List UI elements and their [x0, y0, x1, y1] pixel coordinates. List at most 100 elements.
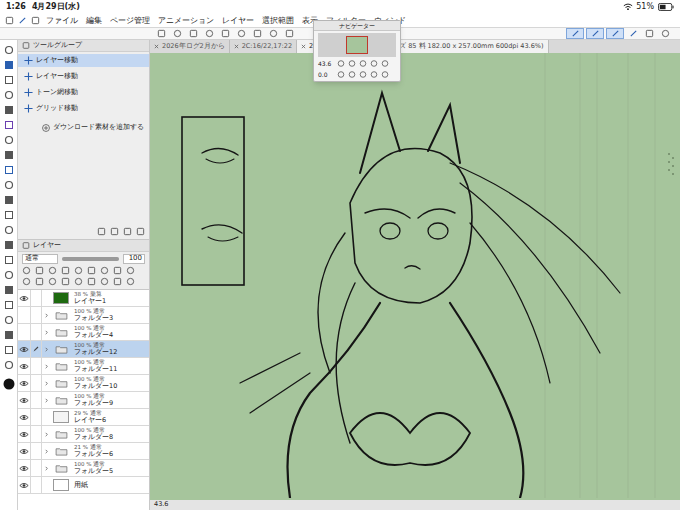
- visibility-toggle[interactable]: [18, 409, 31, 425]
- tool-item[interactable]: レイヤー移動: [18, 70, 149, 83]
- tool-item[interactable]: レイヤー移動: [18, 54, 149, 67]
- menu-item[interactable]: ページ管理: [110, 15, 150, 26]
- rotate-button-icon[interactable]: [359, 71, 367, 79]
- zoom-button-icon[interactable]: [370, 60, 378, 68]
- layer-row[interactable]: 100 %通常フォルダー9: [18, 392, 149, 409]
- command-icon[interactable]: [220, 29, 230, 39]
- visibility-toggle[interactable]: [18, 426, 31, 442]
- expand-toggle[interactable]: [42, 460, 51, 476]
- line-tool-icon[interactable]: [586, 28, 604, 39]
- tool-icon[interactable]: [3, 224, 14, 235]
- expand-toggle[interactable]: [42, 477, 51, 493]
- visibility-toggle[interactable]: [18, 460, 31, 476]
- document-tab[interactable]: 2C:16/22,17:22: [230, 40, 297, 53]
- visibility-toggle[interactable]: [18, 307, 31, 323]
- command-icon[interactable]: [204, 29, 214, 39]
- layer-tool-icon[interactable]: [113, 266, 122, 275]
- action-icon[interactable]: [97, 227, 106, 236]
- layer-tool-icon[interactable]: [48, 277, 57, 286]
- eraser-icon[interactable]: [642, 28, 656, 39]
- layer-tool-icon[interactable]: [126, 277, 135, 286]
- tool-icon[interactable]: [3, 359, 14, 370]
- expand-toggle[interactable]: [42, 341, 51, 357]
- opacity-field[interactable]: 100: [123, 254, 145, 264]
- rotate-button-icon[interactable]: [381, 71, 389, 79]
- layer-tool-icon[interactable]: [126, 266, 135, 275]
- visibility-toggle[interactable]: [18, 358, 31, 374]
- tool-icon[interactable]: [3, 194, 14, 205]
- layer-tool-icon[interactable]: [100, 277, 109, 286]
- layer-tool-icon[interactable]: [22, 266, 31, 275]
- menu-item[interactable]: 編集: [86, 15, 102, 26]
- tool-icon[interactable]: [3, 284, 14, 295]
- tool-icon[interactable]: [3, 254, 14, 265]
- menu-item[interactable]: 選択範囲: [262, 15, 294, 26]
- layer-row[interactable]: 100 %通常フォルダー12: [18, 341, 149, 358]
- close-icon[interactable]: [301, 44, 306, 49]
- zoom-button-icon[interactable]: [359, 60, 367, 68]
- tool-icon[interactable]: [3, 239, 14, 250]
- tool-icon[interactable]: [3, 344, 14, 355]
- command-icon[interactable]: [268, 29, 278, 39]
- layer-row[interactable]: 38 %乗算レイヤー1: [18, 290, 149, 307]
- layer-tool-icon[interactable]: [48, 266, 57, 275]
- layer-tool-icon[interactable]: [100, 266, 109, 275]
- command-icon[interactable]: [156, 29, 166, 39]
- rotate-button-icon[interactable]: [348, 71, 356, 79]
- layer-row[interactable]: 用紙: [18, 477, 149, 494]
- rotate-button-icon[interactable]: [370, 71, 378, 79]
- zoom-button-icon[interactable]: [381, 60, 389, 68]
- expand-toggle[interactable]: [42, 375, 51, 391]
- visibility-toggle[interactable]: [18, 290, 31, 306]
- layer-row[interactable]: 100 %通常フォルダー3: [18, 307, 149, 324]
- layer-tool-icon[interactable]: [61, 266, 70, 275]
- visibility-toggle[interactable]: [18, 392, 31, 408]
- tool-icon[interactable]: [3, 119, 14, 130]
- command-icon[interactable]: [236, 29, 246, 39]
- opacity-slider[interactable]: [62, 257, 119, 261]
- rotate-button-icon[interactable]: [337, 71, 345, 79]
- line-tool-icon[interactable]: [566, 28, 584, 39]
- blend-mode-select[interactable]: 通常: [22, 254, 58, 264]
- layer-tool-icon[interactable]: [74, 277, 83, 286]
- navigator-window[interactable]: ナビゲーター43.60.0: [313, 20, 401, 82]
- brush-icon[interactable]: [626, 28, 640, 39]
- canvas[interactable]: [150, 53, 680, 500]
- main-color-icon[interactable]: [3, 378, 15, 390]
- layer-row[interactable]: 21 %通常フォルダー6: [18, 443, 149, 460]
- layer-tool-icon[interactable]: [113, 277, 122, 286]
- expand-toggle[interactable]: [42, 307, 51, 323]
- document-tab[interactable]: 2026年ログ2月から: [150, 40, 230, 53]
- layer-tool-icon[interactable]: [87, 277, 96, 286]
- layer-row[interactable]: 29 %通常レイヤー6: [18, 409, 149, 426]
- tool-icon[interactable]: [3, 314, 14, 325]
- layer-tool-icon[interactable]: [35, 266, 44, 275]
- line-tool-icon[interactable]: [606, 28, 624, 39]
- zoom-button-icon[interactable]: [337, 60, 345, 68]
- navigator-preview[interactable]: [318, 33, 396, 57]
- tool-icon[interactable]: [3, 269, 14, 280]
- tool-icon[interactable]: [3, 179, 14, 190]
- layer-tool-icon[interactable]: [61, 277, 70, 286]
- add-material-button[interactable]: ダウンロード素材を追加する: [18, 115, 149, 133]
- tool-icon[interactable]: [3, 329, 14, 340]
- expand-toggle[interactable]: [42, 426, 51, 442]
- layer-row[interactable]: 100 %通常フォルダー5: [18, 460, 149, 477]
- layer-tool-icon[interactable]: [74, 266, 83, 275]
- expand-toggle[interactable]: [42, 290, 51, 306]
- close-icon[interactable]: [154, 44, 159, 49]
- layer-row[interactable]: 100 %通常フォルダー11: [18, 358, 149, 375]
- tool-icon[interactable]: [3, 44, 14, 55]
- expand-toggle[interactable]: [42, 324, 51, 340]
- expand-toggle[interactable]: [42, 443, 51, 459]
- expand-toggle[interactable]: [42, 358, 51, 374]
- layer-row[interactable]: 100 %通常フォルダー8: [18, 426, 149, 443]
- zoom-button-icon[interactable]: [348, 60, 356, 68]
- visibility-toggle[interactable]: [18, 324, 31, 340]
- tool-icon[interactable]: [3, 134, 14, 145]
- grid-icon[interactable]: [30, 16, 40, 26]
- pen-icon[interactable]: [17, 16, 27, 26]
- tool-item[interactable]: トーン網移動: [18, 86, 149, 99]
- layer-tool-icon[interactable]: [22, 277, 31, 286]
- menu-item[interactable]: アニメーション: [158, 15, 214, 26]
